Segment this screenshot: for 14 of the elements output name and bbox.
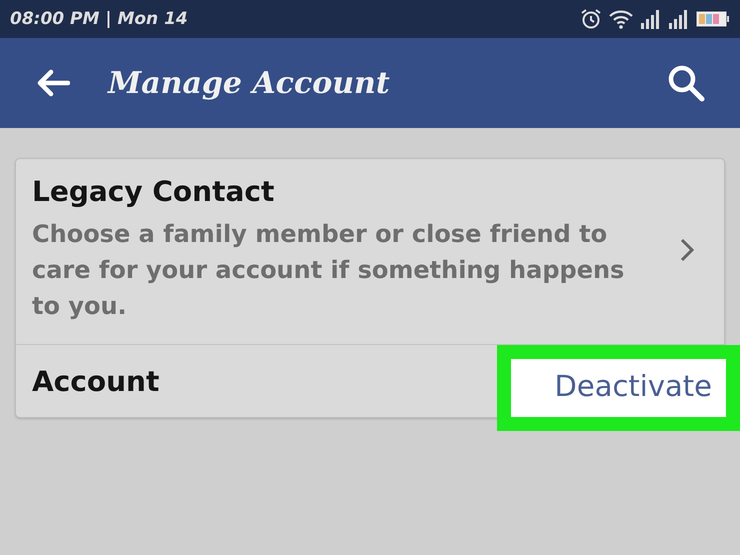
status-time: 08:00 PM | Mon 14 — [10, 9, 188, 29]
deactivate-button[interactable]: Deactivate — [496, 345, 740, 431]
back-arrow-icon[interactable] — [36, 69, 70, 97]
signal-icon — [668, 9, 690, 29]
battery-icon — [696, 10, 730, 28]
setting-title: Account — [32, 364, 160, 398]
setting-title: Legacy Contact — [32, 175, 276, 208]
screen-title: Manage Account — [108, 66, 391, 100]
search-icon[interactable] — [666, 63, 706, 103]
chevron-right-icon — [680, 238, 694, 262]
wifi-icon — [608, 9, 634, 29]
alarm-icon — [580, 8, 602, 30]
setting-description: Choose a family member or close friend to care for your account if something happens to you. — [32, 219, 626, 322]
signal-icon — [640, 9, 662, 29]
